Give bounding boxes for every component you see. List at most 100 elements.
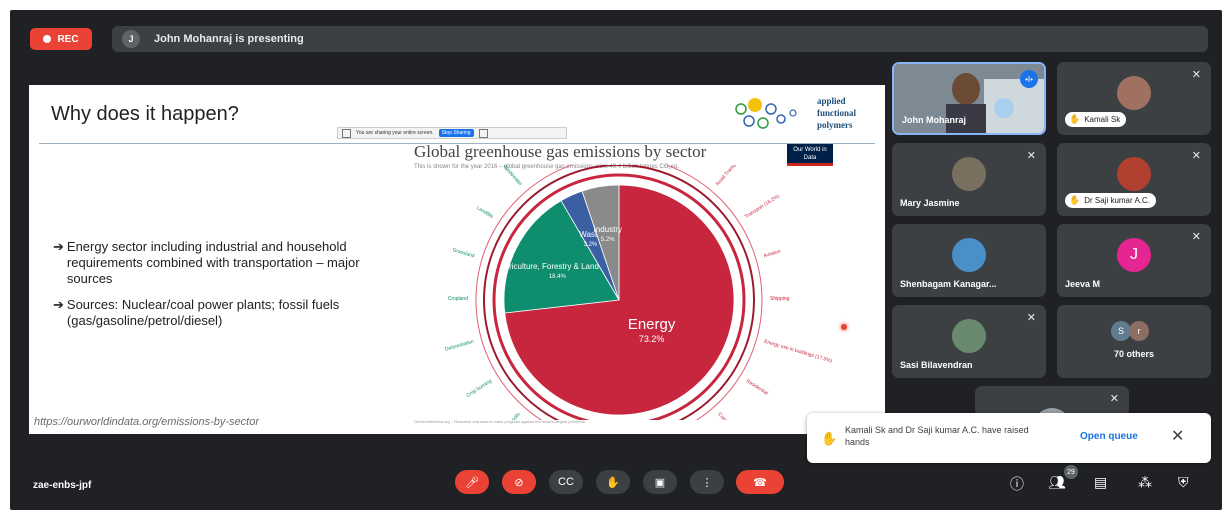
top-bar: REC J John Mohanraj is presenting (10, 10, 1222, 56)
raise-hand-icon: ✋ (1069, 195, 1081, 205)
slice-value: 18.4% (549, 274, 567, 280)
open-queue-button[interactable]: Open queue (1080, 431, 1138, 442)
participant-name: Jeeva M (1065, 279, 1101, 289)
slide-title: Why does it happen? (51, 103, 239, 125)
participant-tile[interactable]: ✕ Sasi Bilavendran (892, 305, 1046, 378)
arrow-icon: ➔ (53, 297, 64, 312)
slice-value: 5.2% (601, 237, 615, 243)
avatar: r (1129, 321, 1149, 341)
participant-tile[interactable]: ✕ (975, 386, 1129, 416)
meet-window: REC J John Mohanraj is presenting Why do… (10, 10, 1222, 510)
chat-icon[interactable]: ▤ (1094, 474, 1107, 491)
bullet-item: ➔ Sources: Nuclear/coal power plants; fo… (53, 297, 373, 329)
laser-pointer (841, 324, 847, 330)
outer-label: Grassland (452, 247, 476, 259)
emissions-pie-chart: Energy73.2%Agriculture, Forestry & Land … (444, 165, 833, 420)
stop-sharing-button[interactable]: Stop Sharing (438, 129, 474, 137)
arrow-icon: ➔ (53, 239, 64, 254)
mic-off-icon: ✕ (1026, 150, 1036, 162)
notification-message: Kamali Sk and Dr Saji kumar A.C. have ra… (845, 425, 1029, 447)
host-controls-icon[interactable]: ⛨ (1178, 474, 1189, 491)
slice-label: Industry (594, 225, 622, 234)
activities-icon[interactable]: ⁂ (1138, 474, 1152, 491)
meeting-code: zae-enbs-jpf (33, 480, 92, 491)
raised-hands-notification: ✋ Kamali Sk and Dr Saji kumar A.C. have … (807, 413, 1211, 463)
avatar (952, 319, 986, 353)
participant-name: Kamali Sk (1084, 115, 1121, 124)
avatar: J (1117, 238, 1151, 272)
participant-name: Sasi Bilavendran (900, 360, 973, 370)
camera-off-icon[interactable]: ⊘ (502, 470, 536, 494)
raise-hand-icon[interactable]: ✋ (596, 470, 630, 494)
slide-bullets: ➔ Energy sector including industrial and… (53, 239, 373, 339)
people-count-badge: 29 (1064, 465, 1078, 479)
presenting-banner: J John Mohanraj is presenting (112, 26, 1208, 52)
avatar: S (1111, 321, 1131, 341)
outer-label: Landfills (475, 205, 494, 220)
outer-label: Residential (745, 378, 769, 396)
more-options-icon[interactable]: ⋮ (690, 470, 724, 494)
raised-hand-badge: ✋ Dr Saji kumar A.C. (1065, 193, 1157, 208)
mic-off-icon[interactable]: 🎤︎ (455, 470, 489, 494)
participant-tile[interactable]: ✕ J Jeeva M (1057, 224, 1211, 297)
participant-name: John Mohanraj (902, 115, 967, 125)
present-icon[interactable]: ▣ (643, 470, 677, 494)
others-count: 70 others (1113, 349, 1155, 359)
participant-tile[interactable]: Shenbagam Kanagar... (892, 224, 1046, 297)
avatar (1117, 157, 1151, 191)
outer-label: Energy use in buildings (17.5%) (763, 339, 833, 365)
mic-off-icon: ✕ (1109, 393, 1119, 405)
chart-footnote: OurWorldInData.org – Research and data t… (414, 419, 586, 424)
avatar (1117, 76, 1151, 110)
record-dot-icon (43, 35, 52, 43)
participant-tile[interactable]: •I• John Mohanraj (892, 62, 1046, 135)
mic-off-icon: ✕ (1191, 69, 1201, 81)
people-icon[interactable]: 👥︎ (1048, 474, 1066, 491)
outer-label: Commercial (716, 411, 738, 420)
presenting-text: John Mohanraj is presenting (154, 33, 304, 45)
logo-line: functional (817, 108, 857, 118)
bullet-text: Sources: Nuclear/coal power plants; foss… (66, 297, 340, 328)
window-icon (342, 128, 351, 138)
presenter-avatar: J (122, 30, 140, 48)
outer-label: Shipping (770, 296, 790, 302)
source-url: https://ourworldindata.org/emissions-by-… (34, 416, 259, 428)
slice-value: 3.2% (584, 242, 598, 248)
share-notice-text: You are sharing your entire screen. (356, 130, 434, 136)
logo-text: applied functional polymers (817, 95, 856, 131)
recording-badge[interactable]: REC (30, 28, 92, 50)
outer-label: Deforestation (444, 339, 474, 353)
outer-label: Wastewater (501, 165, 523, 187)
hide-icon[interactable] (478, 128, 488, 138)
slice-label: Energy (628, 316, 676, 333)
participant-tile[interactable]: ✕ ✋ Dr Saji kumar A.C. (1057, 143, 1211, 216)
shared-screen: Why does it happen? You are sharing your… (29, 85, 885, 434)
mic-off-icon: ✕ (1026, 312, 1036, 324)
captions-icon[interactable]: CC (549, 470, 583, 494)
outer-label: Crop burning (465, 378, 493, 399)
info-icon[interactable]: ⓘ (1010, 474, 1024, 494)
raise-hand-icon: ✋ (821, 431, 838, 446)
bottom-bar: zae-enbs-jpf 🎤︎ ⊘ CC ✋ ▣ ⋮ ☎ ⓘ 👥︎ 29 ▤ ⁂… (10, 460, 1222, 510)
logo-line: polymers (817, 120, 853, 130)
slice-value: 73.2% (639, 334, 665, 344)
logo-line: applied (817, 96, 846, 106)
bullet-text: Energy sector including industrial and h… (66, 239, 360, 286)
raised-hand-badge: ✋ Kamali Sk (1065, 112, 1127, 127)
avatar (952, 157, 986, 191)
participant-name: Shenbagam Kanagar... (900, 279, 997, 289)
outer-label: Cropland (448, 296, 469, 302)
outer-label: Aviation (763, 249, 782, 260)
others-tile[interactable]: S r 70 others (1057, 305, 1211, 378)
participant-tile[interactable]: ✕ ✋ Kamali Sk (1057, 62, 1211, 135)
speaking-indicator-icon: •I• (1020, 70, 1038, 88)
close-icon[interactable]: ✕ (1171, 426, 1184, 446)
outer-label: Transport (16.2%) (744, 193, 781, 220)
rec-label: REC (57, 33, 79, 45)
screen-share-notice: You are sharing your entire screen. Stop… (337, 127, 567, 139)
mic-off-icon: ✕ (1191, 150, 1201, 162)
participant-tile[interactable]: ✕ Mary Jasmine (892, 143, 1046, 216)
end-call-icon[interactable]: ☎ (736, 470, 784, 494)
bullet-item: ➔ Energy sector including industrial and… (53, 239, 373, 287)
mic-off-icon: ✕ (1191, 231, 1201, 243)
